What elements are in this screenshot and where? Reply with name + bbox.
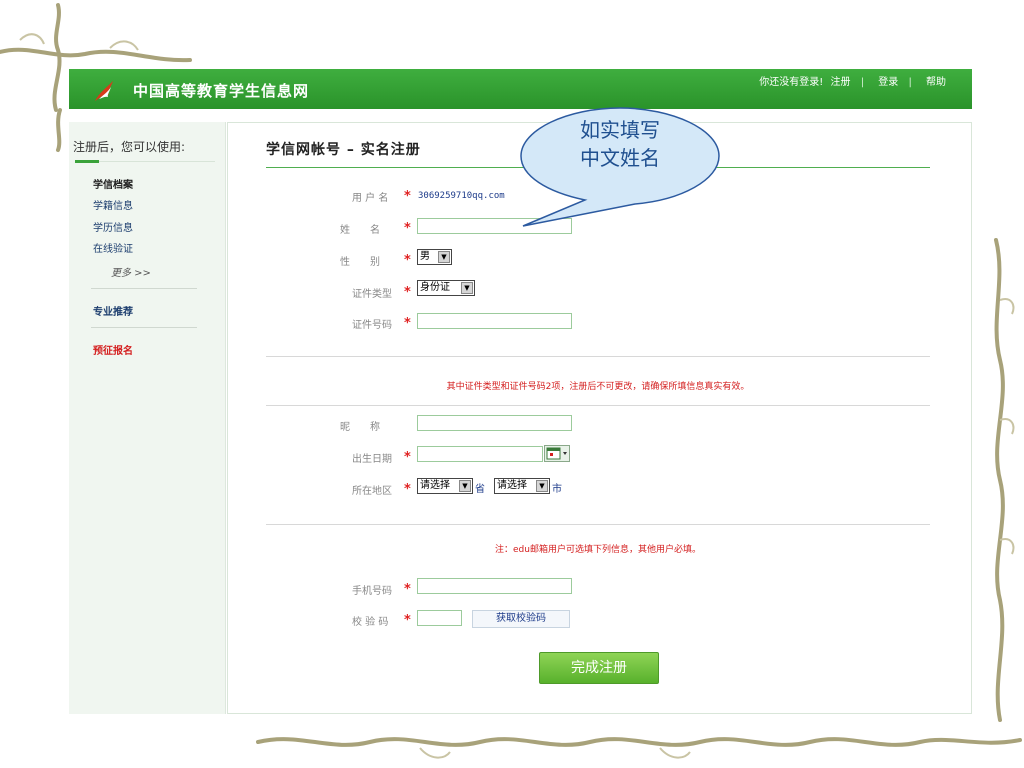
province-select-value: 请选择 [420, 480, 450, 491]
sidebar-heading: 注册后，您可以使用: [73, 140, 186, 154]
sidebar-item-preregister[interactable]: 预征报名 [93, 342, 133, 357]
sidebar: 注册后，您可以使用: 学信档案 学籍信息 学历信息 在线验证 更多 >> 专业推… [69, 122, 226, 714]
sidebar-divider [91, 288, 197, 289]
birthdate-input[interactable] [417, 446, 543, 462]
register-link[interactable]: 注册 [831, 77, 851, 88]
province-suffix: 省 [475, 484, 485, 495]
phone-label: 手机号码 [352, 586, 392, 597]
edu-mail-note: 注：edu邮箱用户可选填下列信息，其他用户必填。 [495, 545, 701, 555]
submit-register-button[interactable]: 完成注册 [539, 652, 659, 684]
id-warning-note: 其中证件类型和证件号码2项，注册后不可更改，请确保所填信息真实有效。 [446, 382, 750, 392]
id-type-label: 证件类型 [352, 289, 392, 300]
sidebar-divider [99, 161, 215, 162]
birthdate-label: 出生日期 [352, 454, 392, 465]
username-label: 用 户 名 [352, 193, 389, 204]
chevron-down-icon: ▼ [438, 251, 450, 263]
required-mark: * [404, 285, 411, 300]
link-separator: | [860, 77, 865, 88]
city-select[interactable]: 请选择 ▼ [494, 478, 550, 494]
region-label: 所在地区 [352, 486, 392, 497]
top-links: 你还没有登录! 注册 | 登录 | 帮助 [755, 73, 946, 88]
required-mark: * [404, 253, 411, 268]
page-title: 学信网帐号 – 实名注册 [266, 142, 421, 158]
city-suffix: 市 [552, 484, 562, 495]
help-link[interactable]: 帮助 [926, 77, 946, 88]
get-code-button[interactable]: 获取校验码 [472, 610, 570, 628]
gender-select-value: 男 [420, 251, 430, 262]
city-select-value: 请选择 [497, 480, 527, 491]
section-divider [266, 405, 930, 406]
name-label: 姓 名 [340, 225, 380, 236]
sidebar-item-verify[interactable]: 在线验证 [93, 240, 133, 255]
calendar-picker-button[interactable] [544, 445, 570, 462]
calendar-icon [546, 447, 567, 460]
chevron-down-icon: ▼ [459, 480, 471, 492]
username-value: 3069259710qq.com [418, 191, 505, 201]
province-select[interactable]: 请选择 ▼ [417, 478, 473, 494]
required-mark: * [404, 450, 411, 465]
required-mark: * [404, 613, 411, 628]
site-title: 中国高等教育学生信息网 [133, 82, 310, 100]
nickname-input[interactable] [417, 415, 572, 431]
verification-code-input[interactable] [417, 610, 462, 626]
id-number-label: 证件号码 [352, 320, 392, 331]
gender-select[interactable]: 男 ▼ [417, 249, 452, 265]
required-mark: * [404, 221, 411, 236]
sidebar-accent-bar [75, 160, 99, 163]
id-type-select-value: 身份证 [420, 282, 450, 293]
required-mark: * [404, 482, 411, 497]
section-divider [266, 356, 930, 357]
sidebar-item-enrollment[interactable]: 学籍信息 [93, 197, 133, 212]
flame-logo-icon [95, 81, 113, 101]
required-mark: * [404, 582, 411, 597]
required-mark: * [404, 316, 411, 331]
site-header: 中国高等教育学生信息网 你还没有登录! 注册 | 登录 | 帮助 [69, 69, 972, 109]
callout-line-1: 如实填写 [580, 118, 660, 142]
chevron-down-icon: ▼ [461, 282, 473, 294]
sidebar-more-link[interactable]: 更多 >> [111, 264, 151, 279]
nickname-label: 昵 称 [340, 422, 380, 433]
login-status-text: 你还没有登录! [759, 77, 824, 88]
id-type-select[interactable]: 身份证 ▼ [417, 280, 475, 296]
required-mark: * [404, 189, 411, 204]
link-separator: | [908, 77, 912, 88]
id-number-input[interactable] [417, 313, 572, 329]
sidebar-item-archive[interactable]: 学信档案 [93, 176, 133, 191]
sidebar-item-recommend[interactable]: 专业推荐 [93, 303, 133, 318]
callout-line-2: 中文姓名 [580, 146, 660, 170]
gender-label: 性 别 [340, 257, 380, 268]
section-divider [266, 524, 930, 525]
login-link[interactable]: 登录 [878, 77, 898, 88]
code-label: 校 验 码 [352, 617, 389, 628]
callout-text: 如实填写 中文姓名 [545, 116, 695, 172]
chevron-down-icon: ▼ [536, 480, 548, 492]
sidebar-item-degree[interactable]: 学历信息 [93, 219, 133, 234]
phone-input[interactable] [417, 578, 572, 594]
sidebar-divider [91, 327, 197, 328]
